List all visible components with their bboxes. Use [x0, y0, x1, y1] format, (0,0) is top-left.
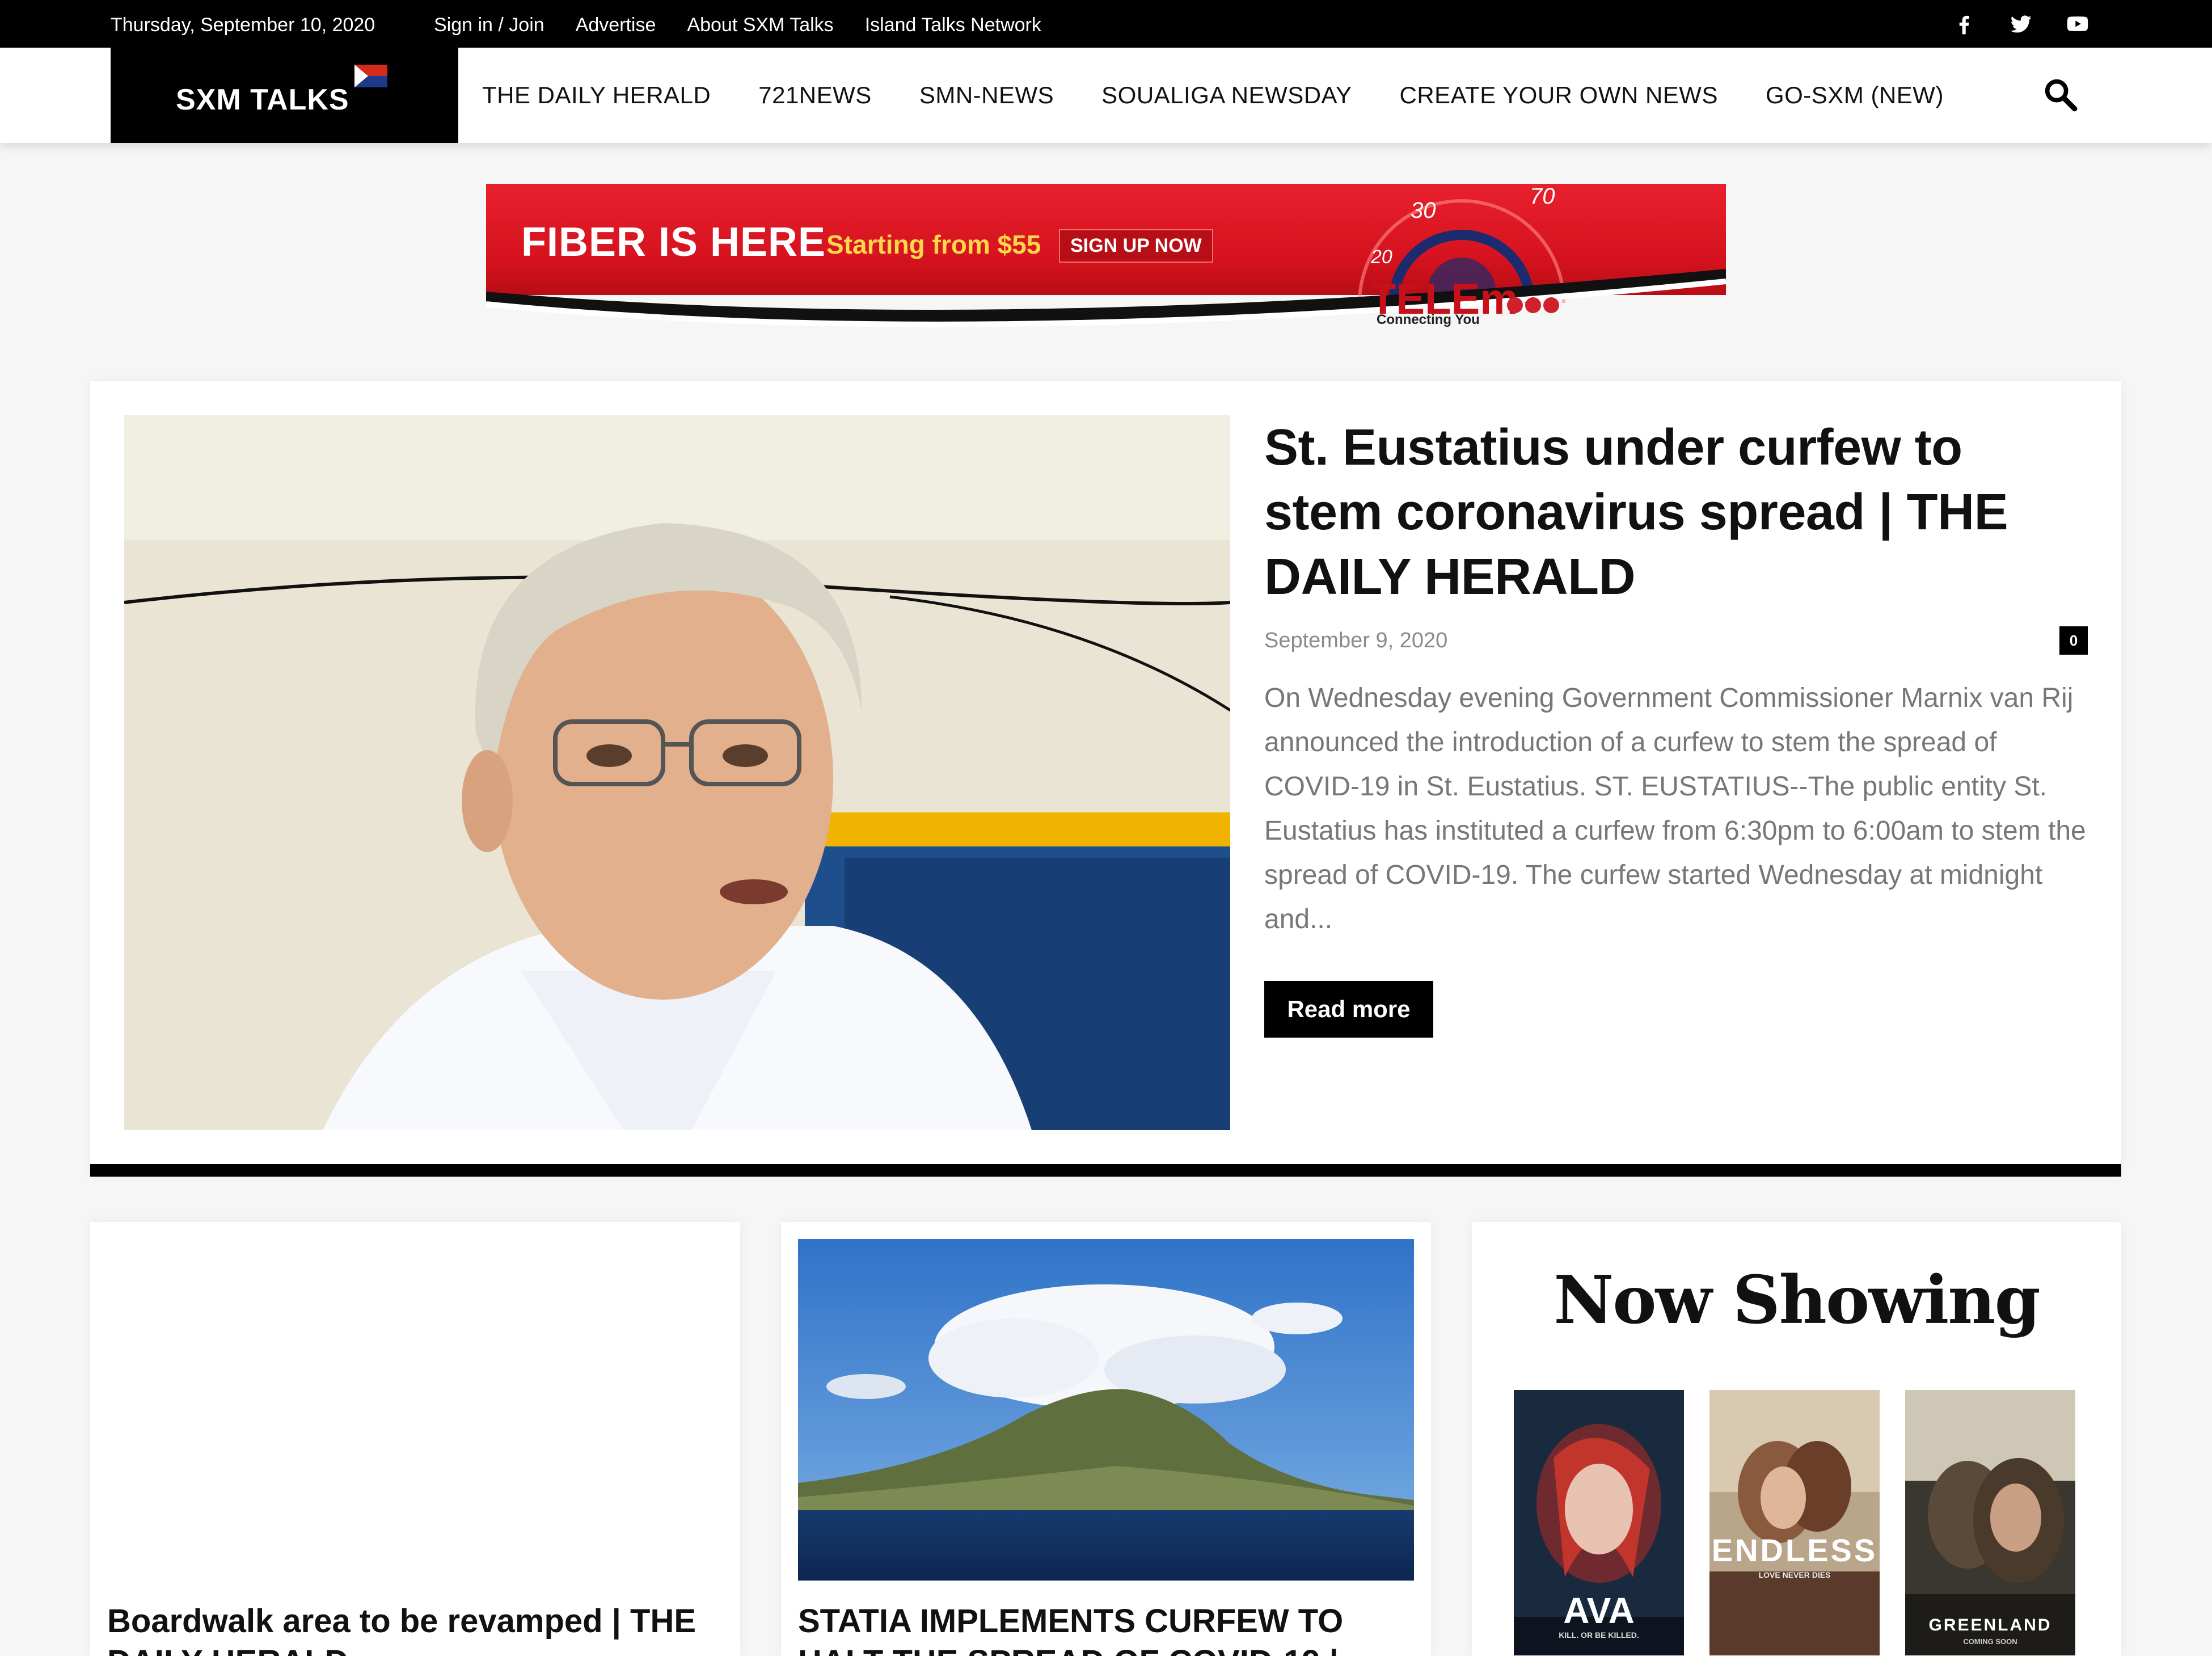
article-card-title[interactable]: Boardwalk area to be revamped | THE DAIL…	[107, 1601, 720, 1656]
main-header: SXM TALKS THE DAILY HERALD 721NEWS SMN-N…	[0, 48, 2212, 143]
section-divider	[90, 1164, 2121, 1177]
nav-go-sxm[interactable]: GO-SXM (NEW)	[1766, 82, 1944, 109]
nav-721news[interactable]: 721NEWS	[758, 82, 872, 109]
article-card-image[interactable]	[798, 1239, 1414, 1581]
movie-tagline: KILL. OR BE KILLED.	[1559, 1630, 1639, 1640]
featured-image[interactable]	[124, 415, 1230, 1130]
ad-headline: FIBER IS HERE	[521, 220, 826, 265]
movie-tagline: COMING SOON	[1963, 1637, 2017, 1646]
gauge-label-70: 70	[1530, 184, 1555, 209]
portrait-photo	[124, 415, 1230, 1130]
brand-dots-graphic	[1507, 297, 1559, 313]
article-card: STATIA IMPLEMENTS CURFEW TO HALT THE SPR…	[781, 1222, 1431, 1656]
now-showing-title: Now Showing	[1554, 1262, 2041, 1339]
article-card-title[interactable]: STATIA IMPLEMENTS CURFEW TO HALT THE SPR…	[798, 1601, 1411, 1656]
movie-poster[interactable]: GREENLAND COMING SOON	[1905, 1390, 2075, 1655]
featured-meta: St. Eustatius under curfew to stem coron…	[1264, 415, 2087, 609]
social-links	[1952, 0, 2090, 48]
ad-tagline: Connecting You	[1377, 312, 1480, 327]
featured-title[interactable]: St. Eustatius under curfew to stem coron…	[1264, 415, 2087, 609]
article-card: Boardwalk area to be revamped | THE DAIL…	[90, 1222, 740, 1656]
ad-banner[interactable]: 30 70 20 FIBER IS HERE Starting from $55…	[486, 184, 1726, 331]
featured-date: September 9, 2020	[1264, 629, 1448, 652]
nav-soualiga-newsday[interactable]: SOUALIGA NEWSDAY	[1101, 82, 1352, 109]
gauge-label-30: 30	[1411, 198, 1436, 223]
about-link[interactable]: About SXM Talks	[687, 0, 833, 48]
movie-title: ENDLESS	[1711, 1532, 1878, 1568]
sign-in-link[interactable]: Sign in / Join	[434, 0, 544, 48]
now-showing-widget: Now Showing AVA KILL. OR BE KILLED. ENDL…	[1472, 1222, 2121, 1656]
island-photo	[798, 1239, 1414, 1581]
movie-poster[interactable]: AVA KILL. OR BE KILLED.	[1514, 1390, 1684, 1655]
read-more-button[interactable]: Read more	[1264, 981, 1433, 1038]
logo-text: SXM TALKS	[176, 83, 349, 116]
nav-smn-news[interactable]: SMN-NEWS	[919, 82, 1054, 109]
comment-count-badge[interactable]: 0	[2059, 626, 2088, 655]
movie-title: AVA	[1563, 1590, 1635, 1631]
ad-signup-button[interactable]: SIGN UP NOW	[1059, 229, 1213, 263]
twitter-icon[interactable]	[2008, 11, 2033, 36]
site-logo[interactable]: SXM TALKS	[111, 48, 458, 143]
movie-tagline: LOVE NEVER DIES	[1758, 1570, 1831, 1579]
nav-create-your-own-news[interactable]: CREATE YOUR OWN NEWS	[1399, 82, 1717, 109]
search-icon[interactable]	[2042, 76, 2079, 113]
current-date: Thursday, September 10, 2020	[111, 14, 375, 36]
facebook-icon[interactable]	[1952, 11, 1977, 36]
top-links: Sign in / Join Advertise About SXM Talks…	[434, 0, 1041, 48]
advertise-link[interactable]: Advertise	[576, 0, 656, 48]
main-nav: THE DAILY HERALD 721NEWS SMN-NEWS SOUALI…	[482, 48, 1944, 143]
nav-daily-herald[interactable]: THE DAILY HERALD	[482, 82, 711, 109]
network-link[interactable]: Island Talks Network	[865, 0, 1041, 48]
youtube-icon[interactable]	[2065, 11, 2090, 36]
gauge-label-20: 20	[1370, 246, 1392, 268]
movie-title: GREENLAND	[1928, 1616, 2052, 1634]
ad-price: Starting from $55	[826, 230, 1041, 259]
featured-excerpt: On Wednesday evening Government Commissi…	[1264, 683, 2086, 934]
top-bar: Thursday, September 10, 2020 Sign in / J…	[0, 0, 2212, 48]
featured-article: St. Eustatius under curfew to stem coron…	[90, 381, 2121, 1174]
flag-icon	[354, 65, 387, 87]
movie-poster[interactable]: ENDLESS LOVE NEVER DIES	[1709, 1390, 1880, 1655]
